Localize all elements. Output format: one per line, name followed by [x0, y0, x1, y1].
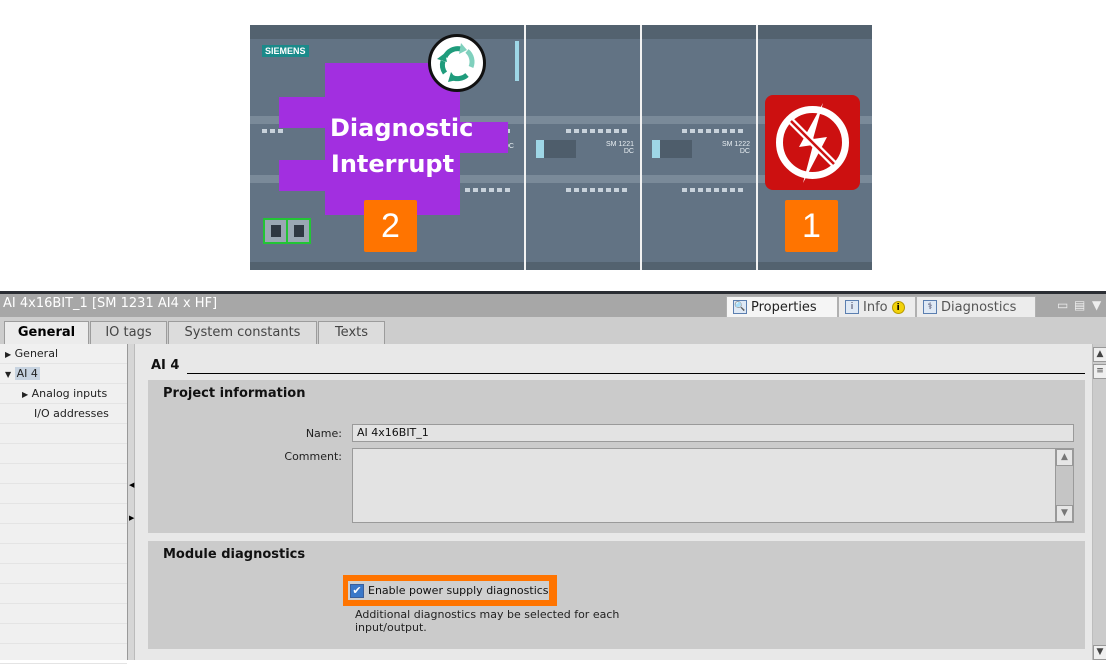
module-label: SM 1222 [721, 141, 750, 148]
splitter[interactable]: ◀ ▶ [127, 344, 135, 660]
section-title: AI 4 [151, 358, 180, 373]
module-label: SM 1221 [605, 141, 634, 148]
nav-item-analog-inputs[interactable]: ▶ Analog inputs [0, 384, 127, 404]
nav-label: Analog inputs [31, 387, 108, 400]
module-label-sub: DC [739, 148, 750, 155]
power-supply-diagnostics-checkbox[interactable]: ✔ [350, 583, 364, 598]
ethernet-port-icon [288, 220, 309, 242]
tab-info[interactable]: i Info i [838, 296, 916, 317]
expand-right-icon[interactable]: ▶ [129, 514, 134, 522]
tab-general[interactable]: General [4, 321, 89, 344]
scroll-up-icon[interactable]: ▲ [1093, 347, 1106, 362]
collapse-left-icon[interactable]: ◀ [129, 481, 134, 489]
info-icon: i [845, 300, 859, 314]
tab-properties[interactable]: 🔍 Properties [726, 296, 838, 317]
step-badge-2: 2 [364, 200, 417, 252]
nav-item-io-addresses[interactable]: I/O addresses [0, 404, 127, 424]
tab-io-tags[interactable]: IO tags [90, 321, 167, 344]
no-power-icon [765, 95, 860, 190]
name-field[interactable]: AI 4x16BIT_1 [352, 424, 1074, 442]
nav-item-ai4[interactable]: ▼ AI 4 [0, 364, 127, 384]
ethernet-ports[interactable] [263, 218, 311, 244]
diagnostic-interrupt-callout: Diagnostic Interrupt [330, 114, 474, 178]
info-badge-icon: i [891, 300, 905, 314]
tab-bar: General IO tags System constants Texts [0, 317, 1106, 344]
tab-diagnostics[interactable]: ⚕ Diagnostics [916, 296, 1036, 317]
content-scrollbar[interactable]: ▲ ≡ ▼ [1092, 344, 1106, 660]
nav-label: I/O addresses [34, 407, 109, 420]
tab-texts[interactable]: Texts [318, 321, 385, 344]
expand-icon[interactable]: ▶ [22, 390, 28, 399]
project-information-group: Project information Name: AI 4x16BIT_1 C… [148, 380, 1085, 533]
properties-icon: 🔍 [733, 300, 747, 314]
nav-label: General [14, 347, 59, 360]
expand-icon[interactable]: ▶ [5, 350, 11, 359]
group-title: Module diagnostics [163, 547, 306, 562]
diagnostics-icon: ⚕ [923, 300, 937, 314]
comment-field[interactable]: ▲ ▼ [352, 448, 1074, 523]
dropdown-icon[interactable]: ▼ [1092, 298, 1101, 312]
collapse-icon[interactable]: ▼ [5, 370, 11, 379]
tab-label: Diagnostics [941, 299, 1017, 315]
signal-module-1[interactable]: SM 1221 DC [526, 25, 640, 270]
tab-label: Info [863, 299, 888, 315]
menu-icon[interactable]: ▤ [1074, 298, 1085, 312]
comment-label: Comment: [284, 450, 342, 463]
scroll-down-icon[interactable]: ▼ [1056, 505, 1073, 522]
tab-system-constants[interactable]: System constants [168, 321, 317, 344]
diagnostics-note: Additional diagnostics may be selected f… [355, 608, 620, 634]
name-label: Name: [305, 427, 342, 440]
ethernet-port-icon [265, 220, 286, 242]
cycle-arrows-icon [428, 34, 486, 92]
nav-item-general[interactable]: ▶ General [0, 344, 127, 364]
scroll-down-icon[interactable]: ▼ [1093, 645, 1106, 660]
signal-module-2[interactable]: SM 1222 DC [642, 25, 756, 270]
comment-scrollbar[interactable]: ▲ ▼ [1055, 449, 1073, 522]
scroll-up-icon[interactable]: ▲ [1056, 449, 1073, 466]
nav-label: AI 4 [14, 367, 40, 380]
group-title: Project information [163, 386, 306, 401]
step-badge-1: 1 [785, 200, 838, 252]
restore-icon[interactable]: ▭ [1057, 298, 1068, 312]
checkbox-label[interactable]: Enable power supply diagnostics [368, 584, 549, 597]
panel-title: AI 4x16BIT_1 [SM 1231 AI4 x HF] [3, 296, 218, 311]
module-label-sub: DC [623, 148, 634, 155]
panel-title-bar: AI 4x16BIT_1 [SM 1231 AI4 x HF] 🔍 Proper… [0, 291, 1106, 317]
highlight-box: ✔ Enable power supply diagnostics [343, 575, 557, 606]
navigation-tree: ▶ General ▼ AI 4 ▶ Analog inputs I/O add… [0, 344, 127, 664]
scroll-menu-icon[interactable]: ≡ [1093, 364, 1106, 379]
tab-label: Properties [751, 299, 817, 315]
siemens-logo: SIEMENS [262, 45, 309, 57]
